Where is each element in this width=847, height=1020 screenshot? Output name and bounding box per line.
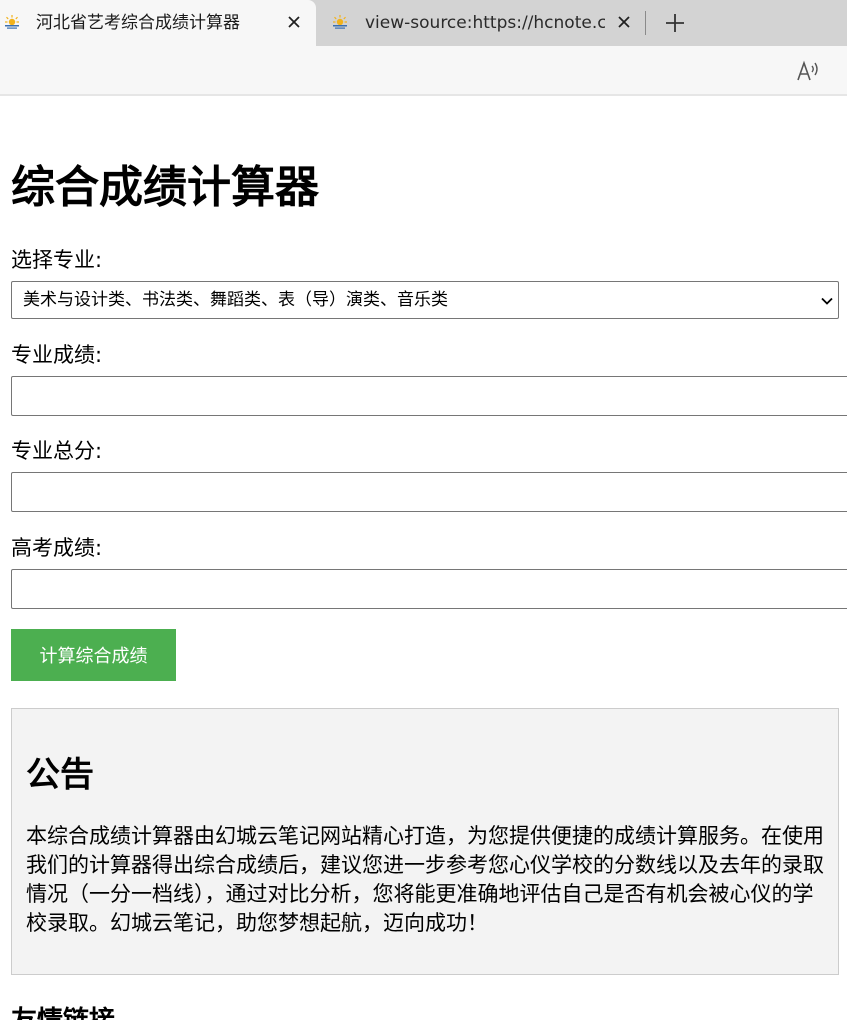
tab-view-source[interactable]: view-source:https://hcnote.cn/yikao <box>316 0 646 46</box>
tab-calculator[interactable]: 河北省艺考综合成绩计算器 <box>0 0 316 46</box>
close-icon[interactable] <box>616 14 632 30</box>
major-select[interactable]: 美术与设计类、书法类、舞蹈类、表（导）演类、音乐类 <box>11 281 839 319</box>
major-select-value: 美术与设计类、书法类、舞蹈类、表（导）演类、音乐类 <box>23 290 448 310</box>
read-aloud-icon[interactable] <box>796 60 820 82</box>
sun-logo-icon <box>333 15 347 29</box>
tab-title: 河北省艺考综合成绩计算器 <box>36 13 240 33</box>
major-score-input[interactable] <box>11 376 847 416</box>
plus-icon[interactable] <box>664 12 686 34</box>
gaokao-label: 高考成绩: <box>11 536 103 560</box>
friend-links-heading: 友情链接 <box>11 1006 115 1020</box>
gaokao-score-input[interactable] <box>11 569 847 609</box>
notice-box: 公告 本综合成绩计算器由幻城云笔记网站精心打造，为您提供便捷的成绩计算服务。在使… <box>11 708 839 975</box>
browser-toolbar <box>0 46 847 96</box>
page-content: 综合成绩计算器 选择专业: 美术与设计类、书法类、舞蹈类、表（导）演类、音乐类 … <box>0 100 847 1020</box>
browser-tab-bar: 河北省艺考综合成绩计算器 view-source:https://hcnote.… <box>0 0 847 46</box>
sun-logo-icon <box>5 15 19 29</box>
chevron-down-icon <box>821 297 833 305</box>
calculate-button[interactable]: 计算综合成绩 <box>11 629 176 681</box>
page-title: 综合成绩计算器 <box>11 162 319 213</box>
close-icon[interactable] <box>286 14 302 30</box>
notice-body: 本综合成绩计算器由幻城云笔记网站精心打造，为您提供便捷的成绩计算服务。在使用我们… <box>26 824 824 935</box>
notice-heading: 公告 <box>26 755 94 795</box>
tab-title: view-source:https://hcnote.cn/yikao <box>365 13 605 33</box>
tab-divider <box>645 11 646 35</box>
major-total-input[interactable] <box>11 472 847 512</box>
major-score-label: 专业成绩: <box>11 343 103 367</box>
major-total-label: 专业总分: <box>11 439 103 463</box>
major-label: 选择专业: <box>11 248 103 272</box>
